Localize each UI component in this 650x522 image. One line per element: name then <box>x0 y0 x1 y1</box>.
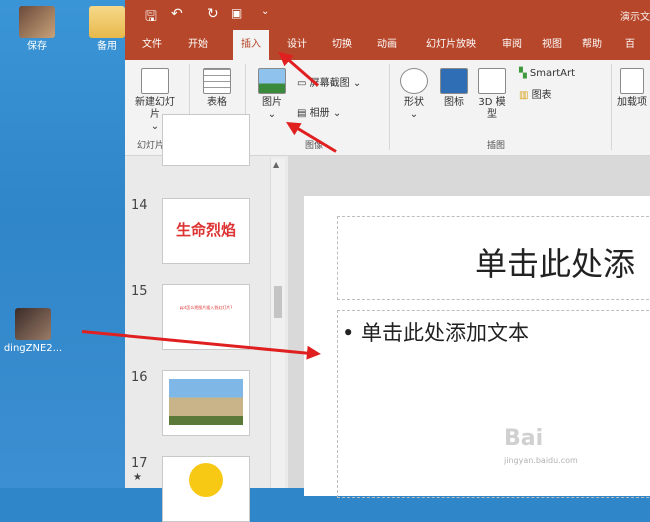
album-icon: ▤ <box>297 108 310 119</box>
table-icon <box>203 68 231 94</box>
tab-more[interactable]: 百 <box>615 30 645 60</box>
title-placeholder[interactable]: 单击此处添 <box>337 216 650 300</box>
thumbnail-scrollbar[interactable]: ▲ <box>270 158 285 488</box>
customize-qat-icon[interactable]: ⌄ <box>261 6 269 17</box>
slide-number: 14 <box>131 198 148 213</box>
folder-icon <box>19 6 55 38</box>
scrollbar-thumb[interactable] <box>274 286 282 318</box>
slide-thumbnail-14[interactable]: 生命烈焰 <box>162 198 250 264</box>
desktop-icon-save[interactable]: 保存 <box>2 6 72 53</box>
undo-icon[interactable]: ↶ <box>171 6 183 22</box>
tab-file[interactable]: 文件 <box>135 30 169 60</box>
tab-help[interactable]: 帮助 <box>575 30 609 60</box>
present-icon[interactable]: ▣ <box>231 6 242 20</box>
album-button[interactable]: ▤ 相册 ⌄ <box>297 108 357 120</box>
cube-icon <box>478 68 506 94</box>
slide-number: 16 <box>131 370 148 385</box>
thumbnail-text: ppt怎么把图片插入到幻灯片? <box>179 305 233 310</box>
icons-icon <box>440 68 468 94</box>
title-bar: 🖫 ↶ ↻ ▣ ⌄ 演示文 <box>125 0 650 30</box>
tab-transitions[interactable]: 切换 <box>325 30 359 60</box>
smartart-button[interactable]: ▚ SmartArt <box>519 68 599 80</box>
smartart-icon: ▚ <box>519 68 530 79</box>
body-placeholder[interactable]: • 单击此处添加文本 <box>337 310 650 498</box>
addins-button[interactable]: 加载项 <box>617 68 647 109</box>
shapes-button[interactable]: 形状 ⌄ <box>395 68 433 121</box>
tab-slideshow[interactable]: 幻灯片放映 <box>415 30 487 60</box>
thumbnail-text: 生命烈焰 <box>175 221 236 239</box>
slide-star-icon: ★ <box>133 472 142 483</box>
picture-icon <box>258 68 286 94</box>
tab-review[interactable]: 审阅 <box>495 30 529 60</box>
slide-canvas: 单击此处添 • 单击此处添加文本 <box>304 196 650 498</box>
sun-icon <box>189 463 223 497</box>
3d-model-button[interactable]: 3D 模型 <box>475 68 509 121</box>
thumbnail-pane: 14 生命烈焰 15 ppt怎么把图片插入到幻灯片? 16 17 ★ <box>125 114 288 522</box>
desktop-icon-label: dingZNE2... <box>3 343 63 354</box>
tab-animations[interactable]: 动画 <box>370 30 404 60</box>
slide-number: 15 <box>131 284 148 299</box>
photo-icon <box>15 308 51 340</box>
powerpoint-window: 🖫 ↶ ↻ ▣ ⌄ 演示文 文件 开始 插入 设计 切换 动画 幻灯片放映 审阅… <box>125 0 650 522</box>
slide-number: 17 <box>131 456 148 471</box>
ribbon-separator <box>611 64 612 150</box>
save-icon[interactable]: 🖫 <box>145 6 157 30</box>
chart-button[interactable]: ▥ 图表 <box>519 90 569 102</box>
desktop-icon-label: 备用 <box>97 41 117 52</box>
desktop-icon-label: 保存 <box>27 41 47 52</box>
watermark-text: jingyan.baidu.com <box>504 456 578 465</box>
tab-home[interactable]: 开始 <box>181 30 215 60</box>
watermark-logo: Bai <box>504 426 544 451</box>
redo-icon[interactable]: ↻ <box>207 6 219 22</box>
slide-editor: 单击此处添 • 单击此处添加文本 <box>288 156 650 498</box>
picture-button[interactable]: 图片 ⌄ <box>253 68 291 121</box>
desktop-icon-photo[interactable]: dingZNE2... <box>0 308 68 355</box>
scroll-up-icon[interactable]: ▲ <box>273 160 279 169</box>
icons-button[interactable]: 图标 <box>439 68 469 109</box>
thumbnail-image <box>169 379 243 425</box>
document-title: 演示文 <box>620 12 650 23</box>
ribbon-tabs: 文件 开始 插入 设计 切换 动画 幻灯片放映 审阅 视图 帮助 百 <box>125 30 650 60</box>
tab-insert[interactable]: 插入 <box>233 30 269 60</box>
tab-view[interactable]: 视图 <box>535 30 569 60</box>
chart-icon: ▥ <box>519 90 532 101</box>
group-label-slides: 幻灯片 <box>137 141 165 151</box>
screenshot-icon: ▭ <box>297 78 310 89</box>
folder-icon <box>89 6 125 38</box>
shapes-icon <box>400 68 428 94</box>
desktop: 保存 备用 dingZNE2... <box>0 0 125 488</box>
slide-thumbnail-17[interactable] <box>162 456 250 522</box>
new-slide-icon <box>141 68 169 94</box>
addins-icon <box>620 68 644 94</box>
group-label-illustrations: 插图 <box>487 141 506 151</box>
slide-thumbnail-16[interactable] <box>162 370 250 436</box>
ribbon-separator <box>389 64 390 150</box>
slide-thumbnail-13[interactable] <box>162 114 250 166</box>
